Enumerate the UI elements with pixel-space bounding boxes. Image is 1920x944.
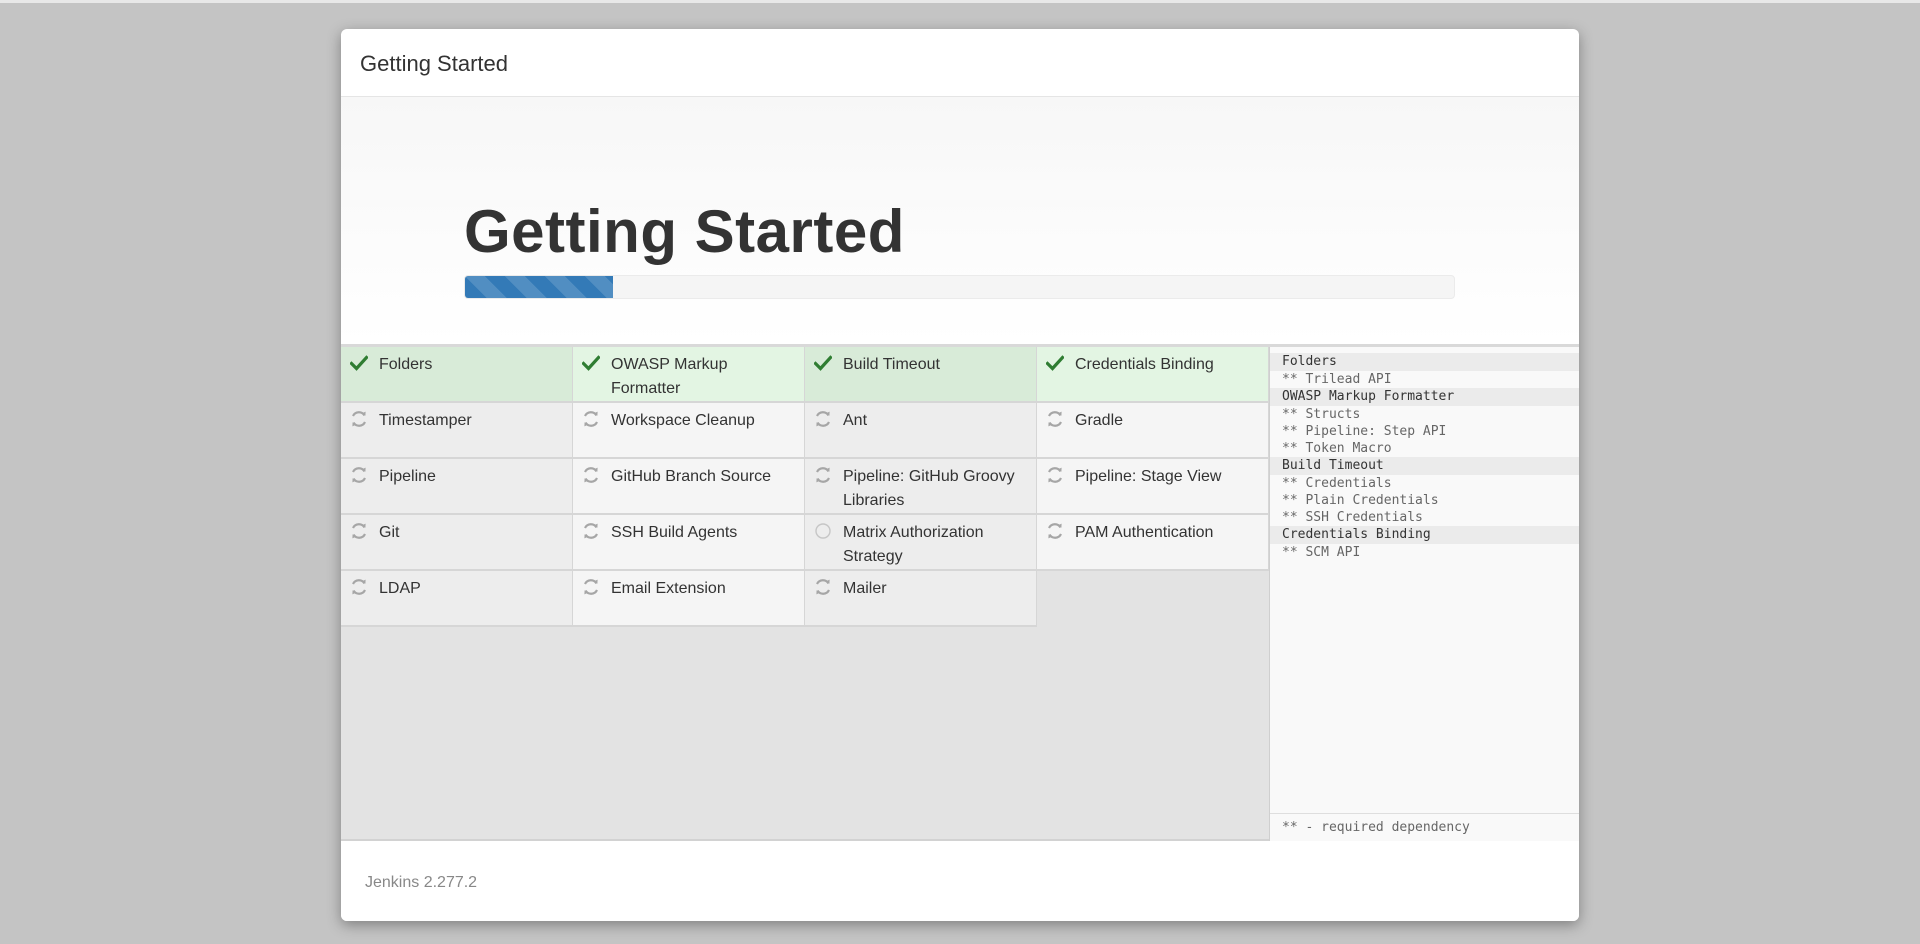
plugin-tile: GitHub Branch Source bbox=[573, 459, 805, 515]
dependency-plugin-title: Credentials Binding bbox=[1270, 526, 1579, 544]
dependency-log[interactable]: Folders ** Trilead API OWASP Markup Format… bbox=[1269, 347, 1579, 841]
plugin-name: Folders bbox=[379, 356, 433, 373]
plugin-name: Git bbox=[379, 524, 400, 541]
checkmark-icon bbox=[813, 353, 833, 373]
plugin-tile: Gradle bbox=[1037, 403, 1269, 459]
dialog-footer: Jenkins 2.277.2 bbox=[341, 841, 1579, 921]
plugin-name: Matrix Authorization Strategy bbox=[843, 524, 984, 565]
plugin-tile: Git bbox=[341, 515, 573, 571]
dependency-legend: ** - required dependency bbox=[1270, 813, 1579, 841]
plugin-name: Credentials Binding bbox=[1075, 356, 1214, 373]
plugin-name: Build Timeout bbox=[843, 356, 940, 373]
dependency-item: ** SCM API bbox=[1282, 545, 1361, 560]
dialog-header: Getting Started bbox=[341, 29, 1579, 97]
plugin-tile: Pipeline: GitHub Groovy Libraries bbox=[805, 459, 1037, 515]
hero-section: Getting Started bbox=[341, 97, 1579, 347]
dependency-item: ** SSH Credentials bbox=[1282, 510, 1423, 525]
refresh-icon bbox=[581, 521, 601, 541]
plugin-name: Mailer bbox=[843, 580, 887, 597]
page-top-border bbox=[0, 0, 1920, 3]
plugin-name: LDAP bbox=[379, 580, 421, 597]
dependency-list: Folders ** Trilead API OWASP Markup Format… bbox=[1270, 347, 1579, 561]
refresh-icon bbox=[1045, 409, 1065, 429]
dependency-plugin-title: OWASP Markup Formatter bbox=[1270, 388, 1579, 406]
refresh-icon bbox=[813, 577, 833, 597]
refresh-icon bbox=[813, 409, 833, 429]
refresh-icon bbox=[349, 577, 369, 597]
plugin-name: PAM Authentication bbox=[1075, 524, 1214, 541]
plugin-tile: Matrix Authorization Strategy bbox=[805, 515, 1037, 571]
jenkins-version: Jenkins 2.277.2 bbox=[365, 874, 478, 891]
plugin-name: Email Extension bbox=[611, 580, 726, 597]
dependency-item: ** Trilead API bbox=[1282, 372, 1392, 387]
plugin-install-panel: Folders OWASP Markup Formatter Build Timeo… bbox=[341, 347, 1579, 841]
refresh-icon bbox=[1045, 521, 1065, 541]
plugin-tile: OWASP Markup Formatter bbox=[573, 347, 805, 403]
checkmark-icon bbox=[581, 353, 601, 373]
refresh-icon bbox=[349, 409, 369, 429]
plugin-tile: Ant bbox=[805, 403, 1037, 459]
plugin-name: Workspace Cleanup bbox=[611, 412, 755, 429]
plugin-tile: Workspace Cleanup bbox=[573, 403, 805, 459]
refresh-icon bbox=[349, 465, 369, 485]
plugin-tile: Credentials Binding bbox=[1037, 347, 1269, 403]
checkmark-icon bbox=[349, 353, 369, 373]
dependency-item: ** Structs bbox=[1282, 407, 1361, 422]
setup-wizard-dialog: Getting Started Getting Started Folders O… bbox=[341, 29, 1579, 921]
install-progress-fill bbox=[465, 276, 614, 298]
plugin-tile: LDAP bbox=[341, 571, 573, 627]
hero-heading: Getting Started bbox=[464, 198, 905, 265]
dependency-item: ** Plain Credentials bbox=[1282, 493, 1439, 508]
refresh-icon bbox=[581, 465, 601, 485]
plugin-name: GitHub Branch Source bbox=[611, 468, 772, 485]
dependency-item: ** Credentials bbox=[1282, 476, 1392, 491]
refresh-icon bbox=[349, 521, 369, 541]
plugin-tile: PAM Authentication bbox=[1037, 515, 1269, 571]
plugin-name: Pipeline: Stage View bbox=[1075, 468, 1222, 485]
refresh-icon bbox=[581, 409, 601, 429]
plugin-tile: Pipeline bbox=[341, 459, 573, 515]
plugin-tile: Build Timeout bbox=[805, 347, 1037, 403]
plugin-name: Pipeline: GitHub Groovy Libraries bbox=[843, 468, 1015, 509]
plugin-name: Ant bbox=[843, 412, 868, 429]
circle-icon bbox=[813, 521, 833, 541]
plugin-name: Timestamper bbox=[379, 412, 472, 429]
plugin-name: OWASP Markup Formatter bbox=[611, 356, 728, 397]
dialog-title: Getting Started bbox=[360, 51, 508, 76]
refresh-icon bbox=[813, 465, 833, 485]
install-progress-bar bbox=[464, 275, 1455, 299]
plugin-tile: Mailer bbox=[805, 571, 1037, 627]
plugin-name: Pipeline bbox=[379, 468, 436, 485]
dependency-plugin-title: Folders bbox=[1270, 353, 1579, 371]
plugin-tile: Folders bbox=[341, 347, 573, 403]
dependency-item: ** Pipeline: Step API bbox=[1282, 424, 1447, 439]
plugin-tile: SSH Build Agents bbox=[573, 515, 805, 571]
dependency-item: ** Token Macro bbox=[1282, 441, 1392, 456]
plugin-name: SSH Build Agents bbox=[611, 524, 738, 541]
checkmark-icon bbox=[1045, 353, 1065, 373]
plugin-tile: Email Extension bbox=[573, 571, 805, 627]
refresh-icon bbox=[581, 577, 601, 597]
plugin-name: Gradle bbox=[1075, 412, 1124, 429]
refresh-icon bbox=[1045, 465, 1065, 485]
plugin-tile: Pipeline: Stage View bbox=[1037, 459, 1269, 515]
plugin-tile: Timestamper bbox=[341, 403, 573, 459]
dependency-plugin-title: Build Timeout bbox=[1270, 457, 1579, 475]
